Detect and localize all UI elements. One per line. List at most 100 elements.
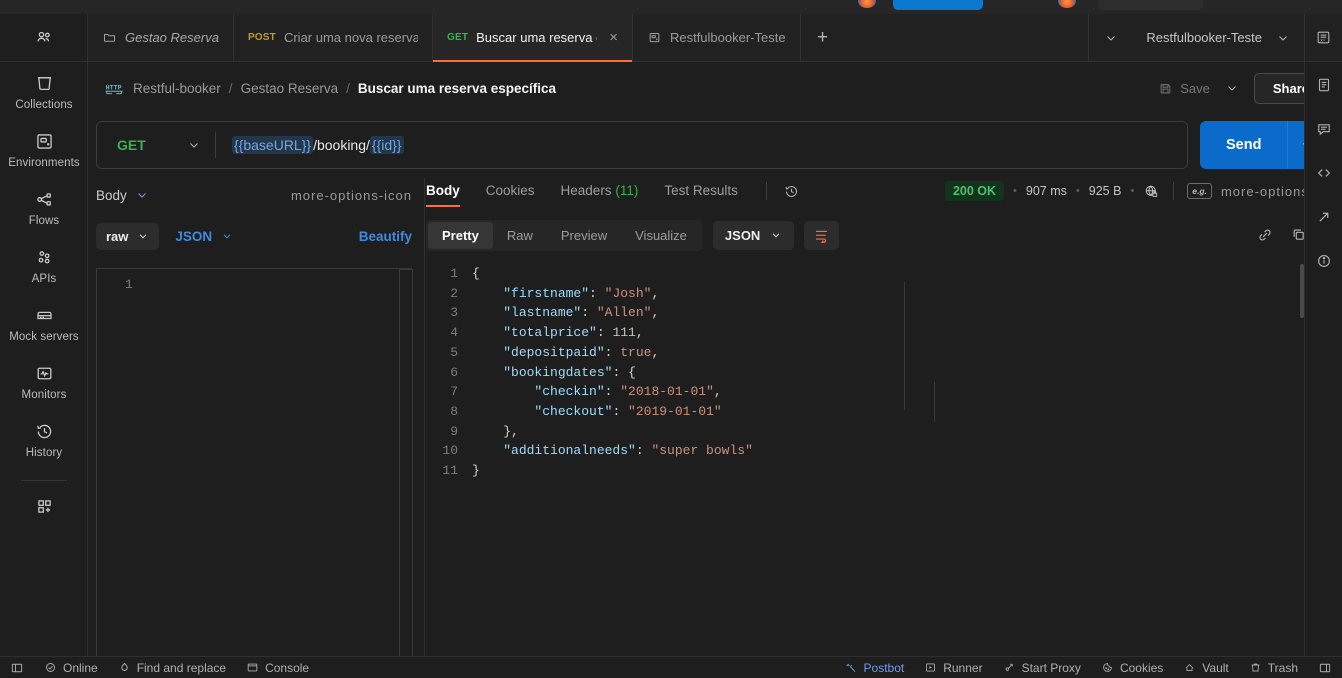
- request-body-options: raw JSON Beautify: [96, 212, 412, 260]
- breadcrumb-row: HTTP Restful-booker / Gestao Reserva / B…: [88, 62, 1342, 114]
- url-bar-row: GET {{baseURL}}/booking/{{id}} Send: [96, 120, 1342, 170]
- vault-icon: [1183, 661, 1196, 674]
- team-icon[interactable]: [0, 14, 87, 62]
- request-body-editor[interactable]: 1: [96, 268, 412, 658]
- layout-toggle-icon[interactable]: [1318, 661, 1332, 675]
- code-line: 6 "bookingdates": {: [426, 363, 1342, 383]
- chevron-down-icon[interactable]: [135, 188, 149, 202]
- find-and-replace-button[interactable]: Find and replace: [118, 661, 226, 675]
- request-section-header: Body more-options-icon: [96, 178, 412, 212]
- environment-selector[interactable]: Restfulbooker-Teste: [1132, 14, 1304, 61]
- pane-splitter[interactable]: [424, 178, 425, 656]
- sidebar-item-monitors[interactable]: Monitors: [0, 352, 88, 410]
- sidebar-item-environments[interactable]: Environments: [0, 120, 88, 178]
- share-link-icon[interactable]: [1315, 208, 1333, 226]
- tab-bar-right: Restfulbooker-Teste x=: [1088, 14, 1342, 61]
- response-tab-test-results[interactable]: Test Results: [664, 183, 738, 207]
- response-body[interactable]: 1{2 "firstname": "Josh",3 "lastname": "A…: [426, 264, 1342, 678]
- console-button[interactable]: Console: [246, 661, 309, 675]
- sidebar-toggle-icon[interactable]: [10, 661, 24, 675]
- sidebar-item-history[interactable]: History: [0, 410, 88, 468]
- code-line-content: "totalprice": 111,: [472, 323, 644, 343]
- vault-label: Vault: [1202, 661, 1228, 675]
- url-input[interactable]: {{baseURL}}/booking/{{id}}: [216, 136, 1187, 154]
- code-line: 8 "checkout": "2019-01-01": [426, 402, 1342, 422]
- tab-overflow-caret-icon[interactable]: [1088, 14, 1132, 61]
- http-method-selector[interactable]: GET: [97, 137, 215, 153]
- tab-close-icon[interactable]: ×: [609, 30, 618, 45]
- folder-icon: [102, 30, 117, 45]
- breadcrumb-item-collection[interactable]: Restful-booker: [133, 81, 221, 96]
- sidebar-item-collections[interactable]: Collections: [0, 62, 88, 120]
- beautify-button[interactable]: Beautify: [359, 229, 412, 244]
- cookies-button[interactable]: Cookies: [1101, 661, 1163, 675]
- start-proxy-button[interactable]: Start Proxy: [1003, 661, 1081, 675]
- save-button[interactable]: Save: [1150, 75, 1218, 102]
- code-line-number: 1: [426, 264, 472, 284]
- status-bar: Online Find and replace Console Postbot: [0, 656, 1342, 678]
- view-mode-visualize[interactable]: Visualize: [621, 222, 701, 249]
- wrap-lines-icon[interactable]: [804, 221, 839, 250]
- link-icon[interactable]: [1256, 226, 1274, 244]
- body-mode-selector[interactable]: raw: [96, 223, 159, 250]
- request-more-options-icon[interactable]: more-options-icon: [291, 188, 412, 203]
- info-icon[interactable]: [1315, 252, 1333, 270]
- save-options-caret-icon[interactable]: [1218, 81, 1246, 95]
- postbot-button[interactable]: Postbot: [844, 661, 905, 675]
- code-line-content: }: [472, 461, 480, 481]
- tab-criar-nova-reserva[interactable]: POST Criar uma nova reserva: [234, 14, 433, 61]
- env-quicklook-icon[interactable]: x=: [1304, 14, 1342, 61]
- code-line-number: 6: [426, 363, 472, 383]
- view-mode-pretty[interactable]: Pretty: [428, 222, 493, 249]
- sidebar-divider: [21, 480, 67, 481]
- page-title: Buscar uma reserva específica: [358, 81, 556, 96]
- editor-scrollbar[interactable]: [399, 269, 413, 659]
- vault-button[interactable]: Vault: [1183, 661, 1228, 675]
- request-body-tab[interactable]: Body: [96, 188, 127, 203]
- view-mode-preview[interactable]: Preview: [547, 222, 621, 249]
- response-tab-cookies[interactable]: Cookies: [486, 183, 535, 207]
- new-tab-button[interactable]: +: [801, 14, 845, 61]
- sidebar-item-apis[interactable]: APIs: [0, 236, 88, 294]
- code-icon[interactable]: [1315, 164, 1333, 182]
- history-clock-icon[interactable]: [783, 183, 800, 200]
- sidebar-item-label: Environments: [8, 157, 80, 169]
- tab-restfulbooker-teste-env[interactable]: Restfulbooker-Teste: [633, 14, 801, 61]
- sidebar-item-label: APIs: [32, 273, 57, 285]
- tab-buscar-reserva-especifica[interactable]: GET Buscar uma reserva específica ×: [433, 14, 633, 61]
- runner-button[interactable]: Runner: [924, 661, 982, 675]
- postbot-label: Postbot: [864, 661, 905, 675]
- save-example-button[interactable]: e.g.: [1187, 183, 1212, 199]
- tab-gestao-reserva[interactable]: Gestao Reserva: [88, 14, 234, 61]
- comment-icon[interactable]: [1315, 120, 1333, 138]
- url-path: /booking/: [313, 137, 370, 153]
- code-line: 3 "lastname": "Allen",: [426, 303, 1342, 323]
- code-line: 11}: [426, 461, 1342, 481]
- status-divider: [1173, 182, 1174, 200]
- code-line-number: 8: [426, 402, 472, 422]
- documentation-icon[interactable]: [1315, 76, 1333, 94]
- cookies-label: Cookies: [1120, 661, 1163, 675]
- add-panel-icon[interactable]: [0, 485, 88, 526]
- view-mode-raw[interactable]: Raw: [493, 222, 547, 249]
- trash-button[interactable]: Trash: [1249, 661, 1298, 675]
- send-button[interactable]: Send: [1200, 121, 1287, 169]
- body-language-selector[interactable]: JSON: [175, 229, 233, 244]
- sidebar-item-flows[interactable]: Flows: [0, 178, 88, 236]
- proxy-label: Start Proxy: [1022, 661, 1081, 675]
- find-replace-label: Find and replace: [137, 661, 226, 675]
- chevron-down-icon: [137, 230, 149, 242]
- breadcrumb: HTTP Restful-booker / Gestao Reserva / B…: [104, 80, 556, 97]
- response-tab-body[interactable]: Body: [426, 183, 460, 207]
- online-status[interactable]: Online: [44, 661, 98, 675]
- breadcrumb-separator: /: [229, 81, 233, 96]
- response-format-selector[interactable]: JSON: [713, 221, 794, 250]
- online-status-icon: [44, 661, 57, 674]
- response-tab-headers[interactable]: Headers (11): [561, 183, 639, 207]
- response-time: 907 ms: [1026, 184, 1067, 198]
- sidebar-item-mock-servers[interactable]: Mock servers: [0, 294, 88, 352]
- breadcrumb-item-folder[interactable]: Gestao Reserva: [241, 81, 339, 96]
- console-label: Console: [265, 661, 309, 675]
- request-actions: Save Share: [1150, 73, 1328, 104]
- network-lock-icon[interactable]: [1143, 183, 1160, 200]
